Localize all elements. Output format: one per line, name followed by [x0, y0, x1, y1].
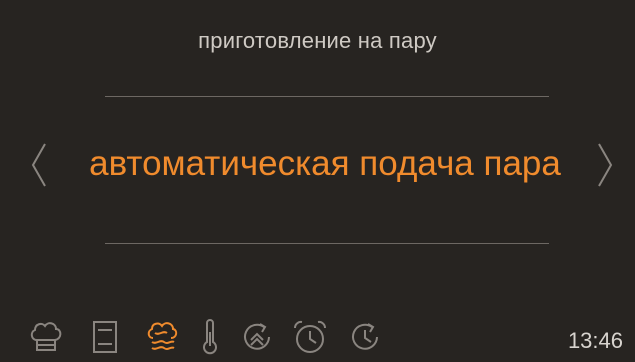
- page-title: приготовление на пару: [198, 28, 437, 53]
- next-option-button[interactable]: [594, 140, 616, 190]
- divider-top: [105, 96, 549, 97]
- mode-selector: автоматическая подача пара: [0, 138, 635, 194]
- preheat-icon: [244, 323, 270, 350]
- selected-mode[interactable]: автоматическая подача пара: [60, 138, 590, 190]
- timer-icon: [352, 323, 378, 350]
- alarm-clock-button[interactable]: [290, 317, 330, 357]
- steam-button[interactable]: [142, 317, 182, 357]
- preheat-button[interactable]: [237, 317, 277, 357]
- recipe-book-button[interactable]: [85, 317, 125, 357]
- chevron-right-icon: [598, 143, 613, 187]
- chef-hat-icon: [30, 322, 62, 351]
- thermometer-button[interactable]: [190, 317, 230, 357]
- timer-button[interactable]: [345, 317, 385, 357]
- alarm-clock-icon: [293, 320, 327, 353]
- thermometer-icon: [203, 319, 217, 355]
- steam-icon: [147, 322, 178, 350]
- divider-bottom: [105, 243, 549, 244]
- clock: 13:46: [567, 328, 623, 353]
- previous-option-button[interactable]: [28, 140, 50, 190]
- chevron-left-icon: [31, 143, 46, 187]
- chef-hat-button[interactable]: [26, 317, 66, 357]
- function-toolbar: 13:46: [0, 314, 635, 362]
- recipe-book-icon: [93, 321, 117, 353]
